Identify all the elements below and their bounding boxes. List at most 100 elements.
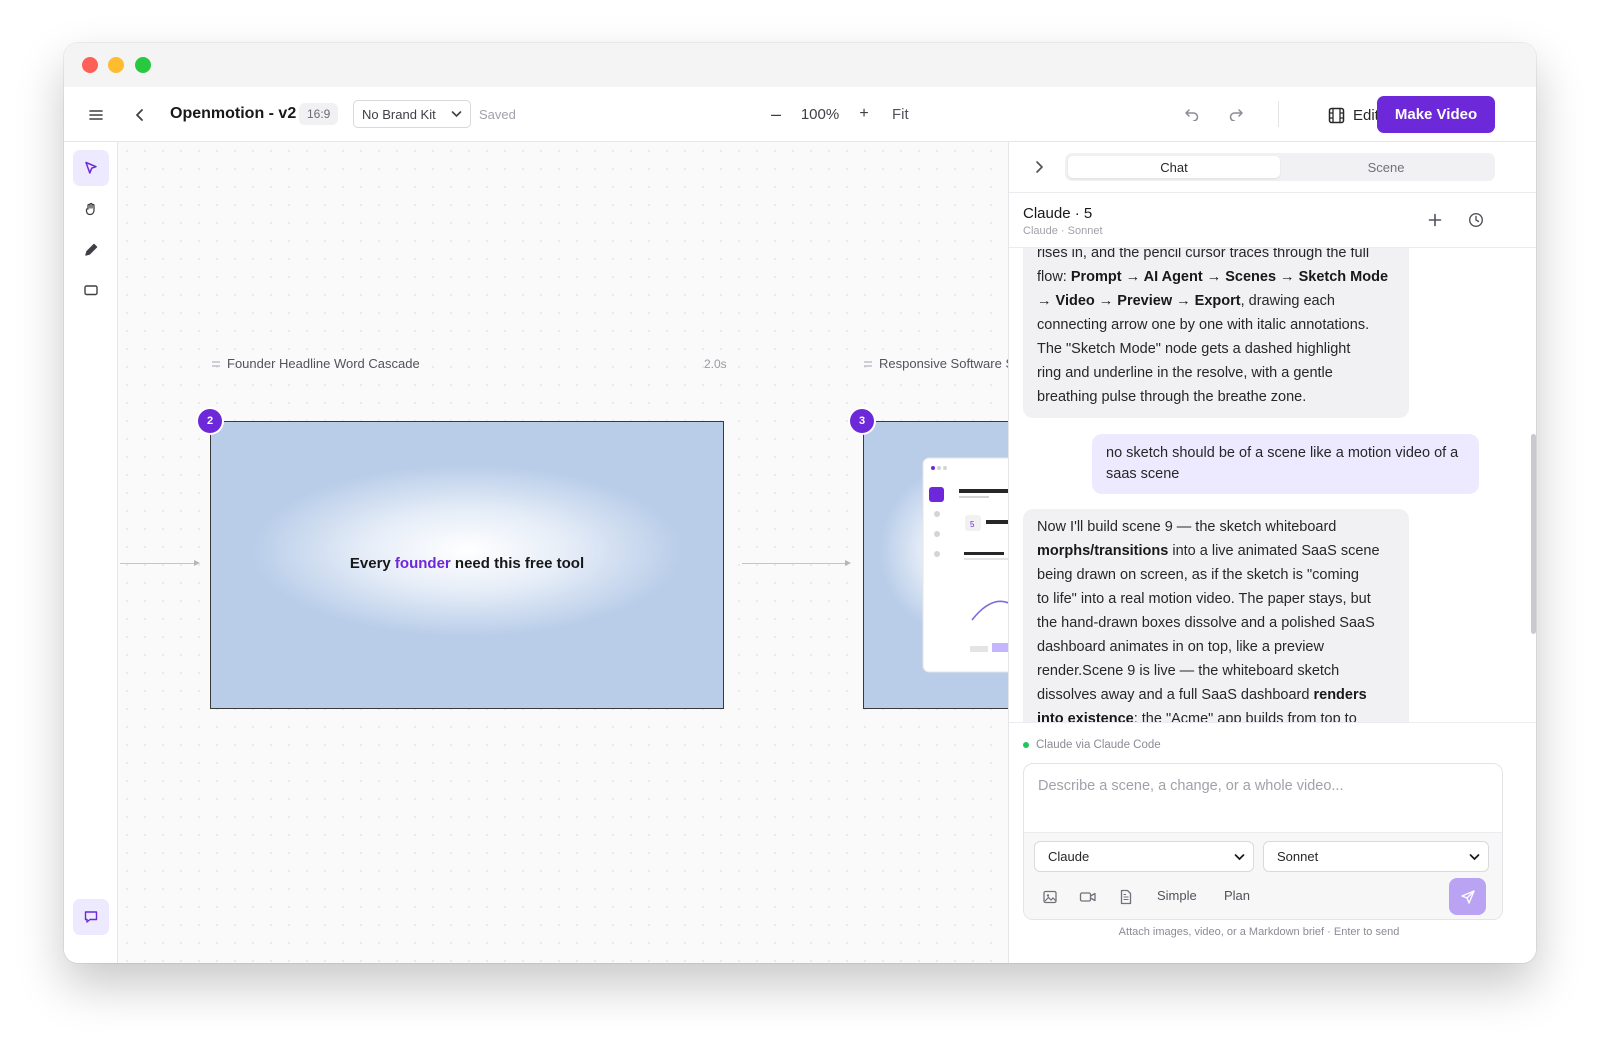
message-line: The "Sketch Mode" node gets a dashed hig… [1037, 341, 1351, 357]
rectangle-icon [84, 285, 98, 296]
tool-rail [64, 142, 118, 963]
panel-header: Chat Scene [1009, 142, 1536, 193]
select-tool[interactable] [73, 150, 109, 186]
menu-icon[interactable] [82, 101, 110, 129]
tab-chat[interactable]: Chat [1068, 156, 1280, 178]
chevron-down-icon [1234, 853, 1245, 860]
message-line: dissolves away and a full SaaS dashboard… [1037, 683, 1395, 707]
chevron-down-icon [451, 111, 462, 118]
title-bar [64, 43, 1536, 87]
edit-button[interactable]: Edit [1328, 100, 1379, 130]
assistant-message: Now I'll build scene 9 — the sketch whit… [1023, 509, 1409, 722]
redo-icon[interactable] [1222, 100, 1250, 128]
user-message: no sketch should be of a scene like a mo… [1092, 434, 1479, 494]
message-text: : the "Acme" app builds from top to [1133, 711, 1357, 722]
message-text: flow: [1037, 269, 1071, 285]
attach-video-icon[interactable] [1077, 886, 1099, 908]
hand-tool[interactable] [73, 191, 109, 227]
attach-image-icon[interactable] [1039, 886, 1061, 908]
message-line: Now I'll build scene 9 — the sketch whit… [1037, 519, 1337, 535]
scene-header[interactable]: Founder Headline Word Cascade [211, 356, 420, 371]
close-window-button[interactable] [82, 57, 98, 73]
top-toolbar: Openmotion - v2 16:9 No Brand Kit Saved … [64, 87, 1536, 142]
toolbar-divider [1278, 101, 1279, 127]
clock-icon [1468, 212, 1484, 228]
zoom-in-button[interactable]: + [852, 105, 876, 123]
message-line: render.Scene 9 is live — the whiteboard … [1037, 663, 1340, 679]
message-bold-text: into existence [1037, 711, 1134, 722]
undo-icon[interactable] [1178, 100, 1206, 128]
back-chevron-icon[interactable] [126, 101, 154, 129]
chevron-down-icon [1469, 853, 1480, 860]
save-status: Saved [479, 106, 516, 122]
plan-mode-button[interactable]: Plan [1224, 888, 1250, 903]
fit-button[interactable]: Fit [892, 106, 909, 123]
composer-controls: Claude Sonnet Simple Plan [1024, 832, 1502, 919]
drag-handle-icon[interactable] [211, 360, 221, 368]
message-line: flow: Prompt → AI Agent → Scenes → Sketc… [1037, 265, 1395, 289]
minimize-window-button[interactable] [108, 57, 124, 73]
zoom-window-button[interactable] [135, 57, 151, 73]
plus-icon [1428, 213, 1442, 227]
message-scrollbar[interactable] [1531, 434, 1536, 634]
panel-tabs: Chat Scene [1065, 153, 1495, 181]
scene-header[interactable]: Responsive Software Sc [863, 356, 1008, 371]
model-value: Sonnet [1277, 849, 1319, 864]
headline-accent-word: founder [394, 555, 451, 572]
app-window: Openmotion - v2 16:9 No Brand Kit Saved … [64, 43, 1536, 963]
pencil-tool[interactable] [73, 232, 109, 268]
headline-text-start: Every [349, 555, 391, 572]
zoom-level[interactable]: 100% [788, 106, 852, 123]
attach-document-icon[interactable] [1115, 886, 1137, 908]
message-line: dashboard animates in on top, like a pre… [1037, 639, 1324, 655]
message-text: dissolves away and a full SaaS dashboard [1037, 687, 1314, 703]
message-text: , drawing each [1240, 293, 1335, 309]
tab-scene[interactable]: Scene [1280, 156, 1492, 178]
scene-title: Responsive Software Sc [879, 356, 1008, 371]
select-icon [85, 161, 97, 174]
aspect-ratio-badge[interactable]: 16:9 [299, 103, 339, 125]
brand-kit-select[interactable]: No Brand Kit [353, 100, 471, 128]
send-button[interactable] [1449, 878, 1486, 915]
message-bold-text: renders [1313, 687, 1367, 703]
message-line: → Video → Preview → Export, drawing each [1037, 289, 1395, 313]
zoom-out-button[interactable]: – [764, 104, 788, 125]
zoom-controls: – 100% + Fit [764, 101, 909, 127]
provider-select[interactable]: Claude [1034, 841, 1254, 872]
message-line: breathing pulse through the breathe zone… [1037, 389, 1307, 405]
pencil-icon [85, 243, 98, 256]
rectangle-tool[interactable] [73, 272, 109, 308]
scene-number-badge: 3 [850, 409, 874, 433]
simple-mode-button[interactable]: Simple [1157, 888, 1197, 903]
drag-handle-icon[interactable] [863, 360, 873, 368]
scene-duration: 2.0s [704, 357, 727, 371]
scene-card[interactable]: 5 [863, 421, 1008, 709]
message-line: being drawn on screen, as if the sketch … [1037, 567, 1359, 583]
chat-toggle-button[interactable] [73, 899, 109, 935]
chevron-right-icon[interactable] [1027, 155, 1051, 179]
hand-icon [85, 202, 95, 216]
new-chat-button[interactable] [1425, 210, 1445, 230]
message-line: to life" into a real motion video. The p… [1037, 591, 1371, 607]
prompt-input[interactable] [1024, 764, 1502, 832]
message-line: connecting arrow one by one with italic … [1037, 317, 1370, 333]
message-bold-text: → Video → Preview → Export [1037, 293, 1241, 309]
scene-connector [742, 560, 851, 566]
agent-status-label: Claude via Claude Code [1036, 739, 1161, 751]
history-button[interactable] [1466, 210, 1486, 230]
message-line: morphs/transitions into a live animated … [1037, 539, 1395, 563]
project-title[interactable]: Openmotion - v2 [170, 101, 296, 127]
message-list[interactable]: rises in, and the pencil cursor traces t… [1009, 248, 1536, 722]
message-line: into existence: the "Acme" app builds fr… [1037, 707, 1395, 722]
scene-number-badge: 2 [198, 409, 222, 433]
chat-bubble-icon [84, 911, 98, 923]
composer-area: Claude via Claude Code Claude Sonnet [1009, 722, 1536, 963]
model-select[interactable]: Sonnet [1263, 841, 1489, 872]
message-line: the hand-drawn boxes dissolve and a poli… [1037, 615, 1375, 631]
send-icon [1460, 889, 1475, 904]
scene-canvas[interactable]: Founder Headline Word Cascade 2.0s Every… [118, 142, 1008, 963]
edit-label: Edit [1353, 106, 1379, 124]
scene-card[interactable]: Every founder need this free tool [210, 421, 724, 709]
message-line: ring and underline in the resolve, with … [1037, 365, 1333, 381]
make-video-button[interactable]: Make Video [1377, 96, 1495, 133]
